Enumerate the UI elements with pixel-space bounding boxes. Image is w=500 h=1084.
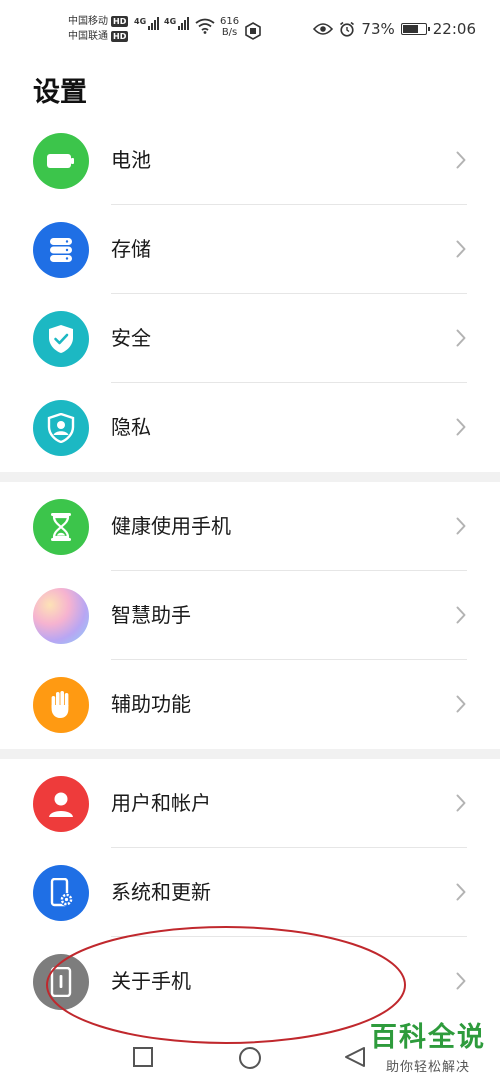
chevron-right-icon (456, 517, 466, 535)
group-separator (0, 749, 500, 759)
status-right: 73% 22:06 (313, 20, 476, 38)
settings-item-label: 隐私 (111, 415, 151, 439)
hd-badge-1: HD (111, 16, 129, 27)
settings-item[interactable]: 用户和帐户 (0, 759, 500, 848)
settings-item-label: 用户和帐户 (111, 791, 211, 815)
settings-item-label: 健康使用手机 (111, 514, 231, 538)
settings-item[interactable]: 隐私 (0, 383, 500, 472)
back-button[interactable] (344, 1046, 366, 1068)
watermark-subtitle: 助你轻松解决 (385, 1060, 470, 1075)
chevron-right-icon (456, 794, 466, 812)
page-title: 设置 (33, 77, 87, 108)
network-speed: 616 B/s (220, 16, 240, 38)
wifi-icon (195, 18, 215, 34)
home-button[interactable] (238, 1046, 262, 1070)
hand-icon (33, 677, 89, 733)
settings-item[interactable]: 安全 (0, 294, 500, 383)
privacy-icon (33, 400, 89, 456)
eye-icon (313, 23, 334, 35)
settings-item-label: 电池 (111, 148, 151, 172)
settings-item[interactable]: 关于手机 (0, 937, 500, 1026)
settings-item[interactable]: 健康使用手机 (0, 482, 500, 571)
settings-item[interactable]: 辅助功能 (0, 660, 500, 749)
settings-item-label: 关于手机 (111, 969, 191, 993)
chevron-right-icon (456, 972, 466, 990)
carrier-info: 中国移动 HD 中国联通 HD (68, 14, 129, 44)
settings-item[interactable]: 存储 (0, 205, 500, 294)
settings-item[interactable]: 系统和更新 (0, 848, 500, 937)
carrier-name-2: 中国联通 (68, 31, 108, 42)
group-separator (0, 472, 500, 482)
chevron-right-icon (456, 151, 466, 169)
battery-percent: 73% (361, 20, 395, 38)
phone-info-icon (33, 954, 89, 1010)
carrier-name-1: 中国移动 (68, 16, 108, 27)
chevron-right-icon (456, 240, 466, 258)
storage-icon (33, 222, 89, 278)
recents-button[interactable] (132, 1046, 154, 1068)
settings-item-label: 系统和更新 (111, 880, 211, 904)
signal-icon: 4G (134, 17, 160, 30)
alarm-icon (340, 21, 355, 37)
assistant-icon (33, 588, 89, 644)
status-bar: 中国移动 HD 中国联通 HD 4G 4G 616 B/s 73% 22:06 (0, 0, 500, 62)
user-icon (33, 776, 89, 832)
settings-item[interactable]: 电池 (0, 116, 500, 205)
settings-item-label: 智慧助手 (111, 603, 191, 627)
watermark: 百科全说 助你轻松解决 (370, 1022, 486, 1075)
settings-list: 电池存储安全隐私健康使用手机 智慧助手辅助功能用户和帐户系统和更新关于手机 (0, 116, 500, 1026)
watermark-title: 百科全说 (370, 1022, 486, 1053)
chevron-right-icon (456, 418, 466, 436)
chevron-right-icon (456, 606, 466, 624)
chevron-right-icon (456, 329, 466, 347)
settings-item-label: 辅助功能 (111, 692, 191, 716)
settings-item-label: 安全 (111, 326, 151, 350)
chevron-right-icon (456, 883, 466, 901)
clock: 22:06 (432, 20, 476, 38)
phone-settings-icon (33, 865, 89, 921)
hourglass-icon (33, 499, 89, 555)
settings-item[interactable]: 智慧助手 (0, 571, 500, 660)
battery-icon (33, 133, 89, 189)
signal-icon-2: 4G (164, 17, 190, 30)
hexagon-icon (245, 22, 261, 40)
hd-badge-2: HD (111, 31, 129, 42)
battery-icon (400, 23, 430, 35)
settings-item-label: 存储 (111, 237, 151, 261)
chevron-right-icon (456, 695, 466, 713)
shield-check-icon (33, 311, 89, 367)
